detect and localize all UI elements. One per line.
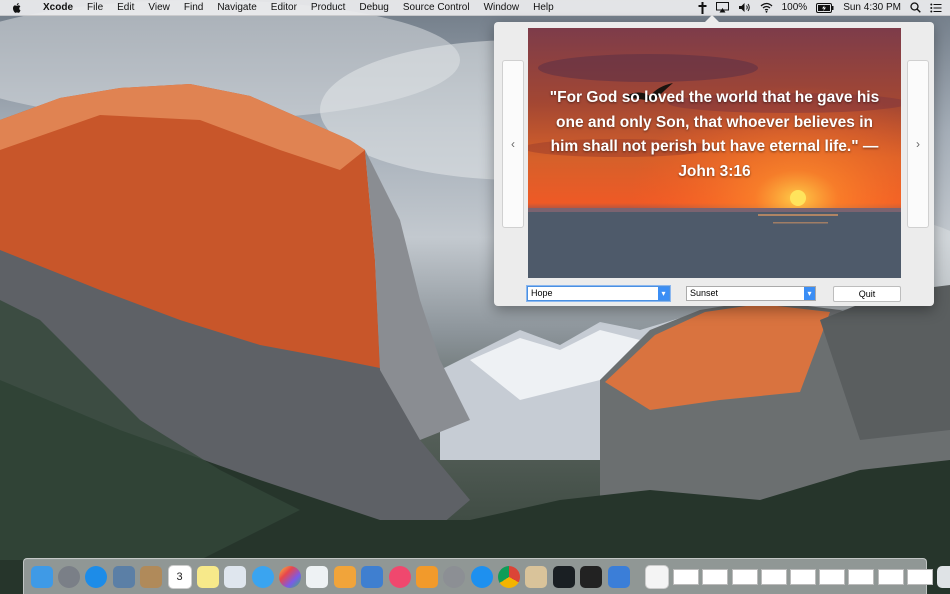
theme-select[interactable]: Sunset ▾ [686,286,816,301]
previous-verse-button[interactable]: ‹ [502,60,524,228]
menu-edit[interactable]: Edit [110,0,141,15]
ibooks-icon[interactable] [415,565,438,588]
calendar-icon[interactable]: 3 [167,564,192,589]
menu-file[interactable]: File [80,0,110,15]
dock: 3 [23,558,950,594]
menu-view[interactable]: View [141,0,177,15]
verse-text: "For God so loved the world that he gave… [549,89,880,180]
menu-product[interactable]: Product [304,0,352,15]
numbers-icon[interactable] [306,565,329,588]
menu-bar-status-area: 100% Sun 4:30 PM [698,0,942,15]
pages-icon[interactable] [333,565,356,588]
menu-navigate[interactable]: Navigate [210,0,263,15]
keynote-icon[interactable] [361,565,384,588]
verse-image: "For God so loved the world that he gave… [528,28,901,278]
theme-select-value: Sunset [690,288,719,298]
utility-icon[interactable] [525,565,548,588]
calendar-day: 3 [176,570,183,583]
menu-debug[interactable]: Debug [352,0,395,15]
minimized-window-thumbnail[interactable] [702,568,729,585]
battery-charging-icon[interactable] [816,2,834,13]
photos-icon[interactable] [279,565,302,588]
minimized-window-thumbnail[interactable] [789,568,816,585]
menu-bar-clock[interactable]: Sun 4:30 PM [843,2,901,13]
messages-icon[interactable] [251,565,274,588]
notes-icon[interactable] [196,565,219,588]
popover-arrow [704,15,720,23]
contacts-icon[interactable] [140,565,163,588]
battery-percent: 100% [781,2,808,13]
quit-button[interactable]: Quit [833,286,901,302]
apple-icon[interactable] [12,2,24,14]
menu-window[interactable]: Window [477,0,527,15]
launchpad-icon[interactable] [58,565,81,588]
chevron-down-icon: ▾ [804,287,815,300]
menu-source-control[interactable]: Source Control [396,0,477,15]
minimized-window-thumbnail[interactable] [848,568,875,585]
system-preferences-icon[interactable] [443,565,466,588]
menu-bar: Xcode File Edit View Find Navigate Edito… [0,0,950,16]
document-icon[interactable] [644,564,669,589]
notification-center-icon[interactable] [930,3,942,13]
safari-icon[interactable] [85,565,108,588]
reminders-icon[interactable] [224,565,247,588]
volume-icon[interactable] [738,2,751,13]
photo-browser-icon[interactable] [112,565,135,588]
xcode-icon[interactable] [607,565,630,588]
terminal-icon[interactable] [580,565,603,588]
verse-popover: ‹ "For God so loved the world that he ga… [494,15,934,306]
airplay-icon[interactable] [715,2,729,13]
itunes-icon[interactable] [388,565,411,588]
activity-monitor-icon[interactable] [552,565,575,588]
menu-help[interactable]: Help [526,0,561,15]
minimized-window-thumbnail[interactable] [819,568,846,585]
menu-editor[interactable]: Editor [264,0,304,15]
minimized-window-thumbnail[interactable] [906,568,933,585]
minimized-window-thumbnail[interactable] [731,568,758,585]
topic-select[interactable]: Hope ▾ [527,286,670,301]
chevron-right-icon: › [916,137,920,151]
minimized-window-thumbnail[interactable] [760,568,787,585]
next-verse-button[interactable]: › [907,60,929,228]
topic-select-value: Hope [531,288,553,298]
finder-icon[interactable] [30,565,53,588]
wifi-icon[interactable] [760,2,773,13]
minimized-window-thumbnail[interactable] [877,568,904,585]
spotlight-search-icon[interactable] [910,2,921,13]
chrome-icon[interactable] [498,565,521,588]
menu-app-name[interactable]: Xcode [36,0,80,15]
trash-icon[interactable] [937,565,950,588]
minimized-window-thumbnail[interactable] [673,568,700,585]
menu-find[interactable]: Find [177,0,210,15]
chevron-left-icon: ‹ [511,137,515,151]
cross-icon[interactable] [698,1,707,14]
app-store-icon[interactable] [470,565,493,588]
chevron-down-icon: ▾ [658,287,669,300]
